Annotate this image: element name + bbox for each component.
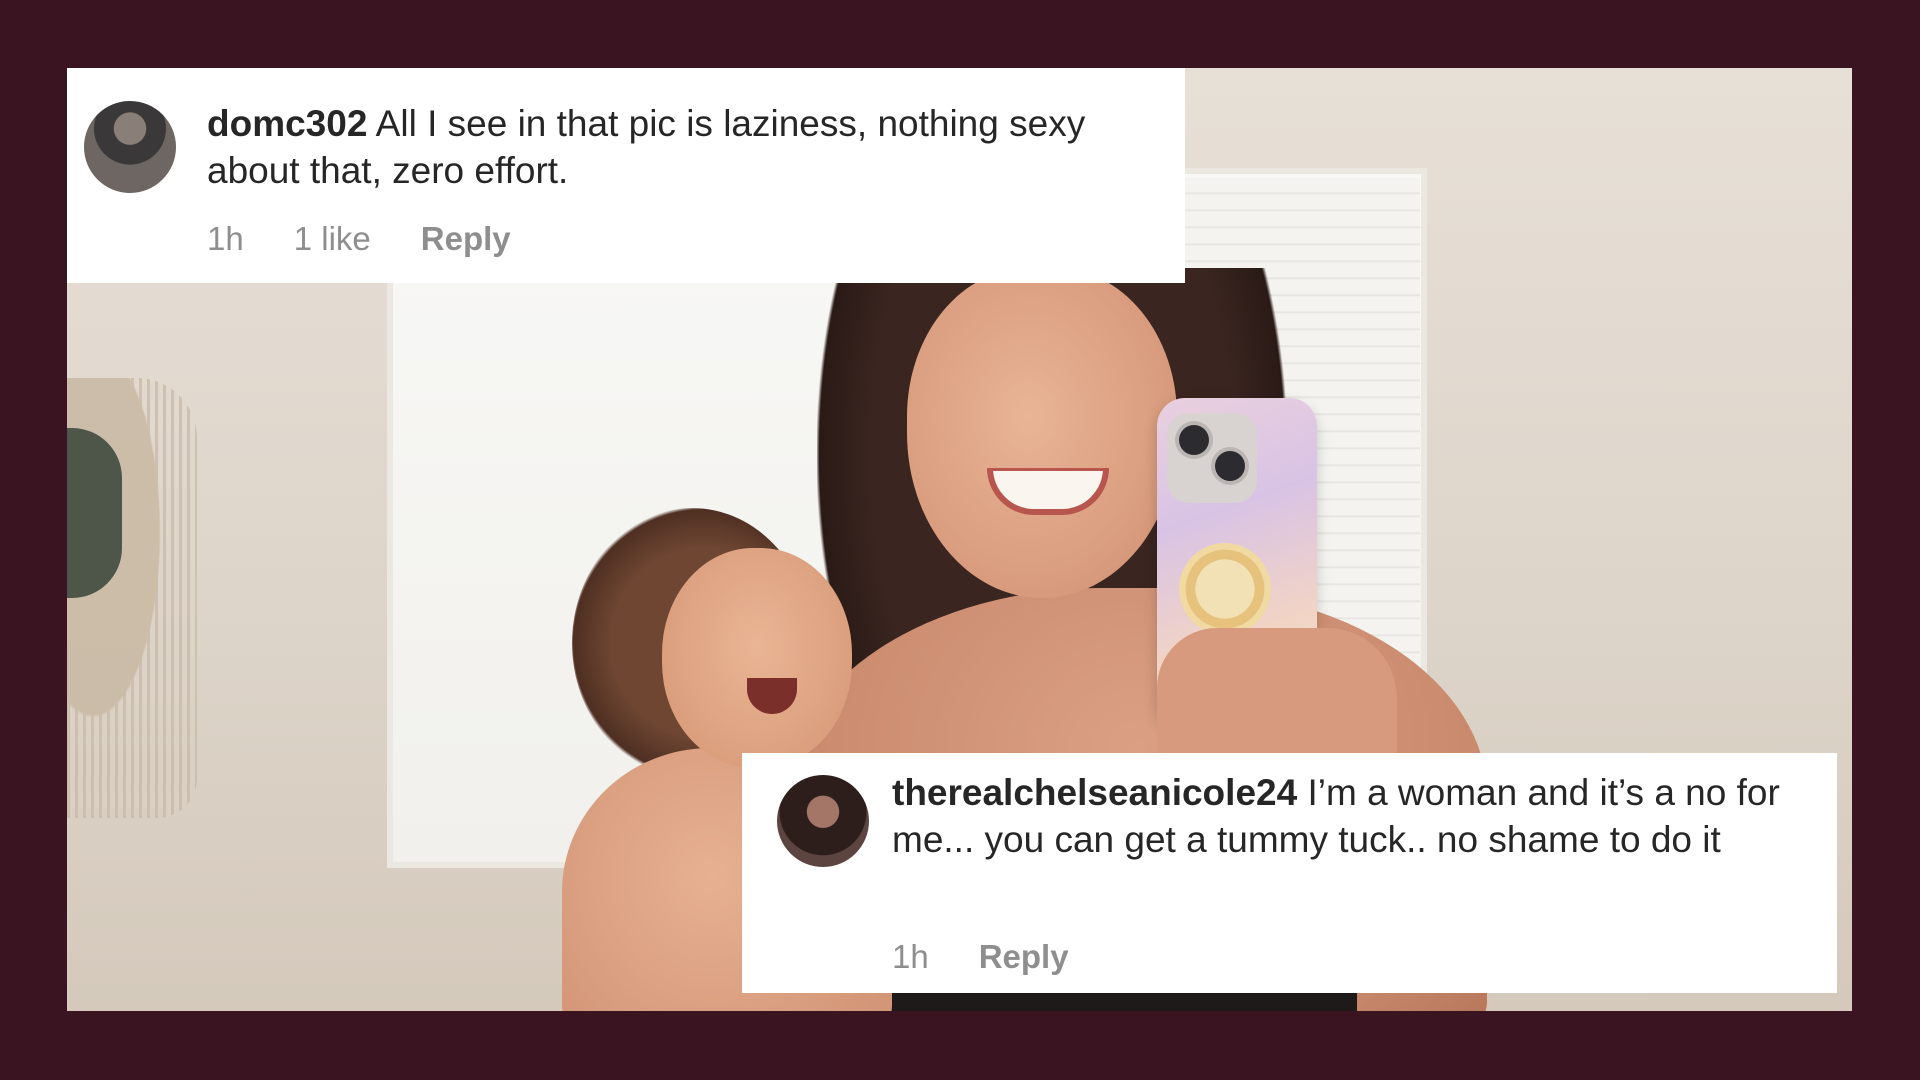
reply-button[interactable]: Reply: [421, 220, 511, 258]
comment-card: therealchelseanicole24 I’m a woman and i…: [742, 753, 1837, 993]
reply-button[interactable]: Reply: [979, 938, 1069, 976]
comment-username[interactable]: therealchelseanicole24: [892, 772, 1297, 813]
wall-mirror: [67, 428, 122, 598]
avatar[interactable]: [84, 101, 176, 193]
comment-text: therealchelseanicole24 I’m a woman and i…: [892, 769, 1812, 863]
baby-face: [662, 548, 852, 768]
comment-username[interactable]: domc302: [207, 103, 367, 144]
post-image-frame: domc302 All I see in that pic is lazines…: [67, 68, 1852, 1011]
comment-meta: 1h Reply: [892, 938, 1119, 976]
woman-face: [907, 268, 1177, 598]
comment-card: domc302 All I see in that pic is lazines…: [67, 68, 1185, 283]
comment-time: 1h: [207, 220, 244, 257]
avatar[interactable]: [777, 775, 869, 867]
comment-text: domc302 All I see in that pic is lazines…: [207, 100, 1157, 194]
phone-camera: [1167, 413, 1257, 503]
comment-likes[interactable]: 1 like: [294, 220, 371, 258]
comment-meta: 1h 1 like Reply: [207, 220, 561, 258]
phone-grip: [1179, 543, 1271, 635]
comment-time: 1h: [892, 938, 929, 975]
